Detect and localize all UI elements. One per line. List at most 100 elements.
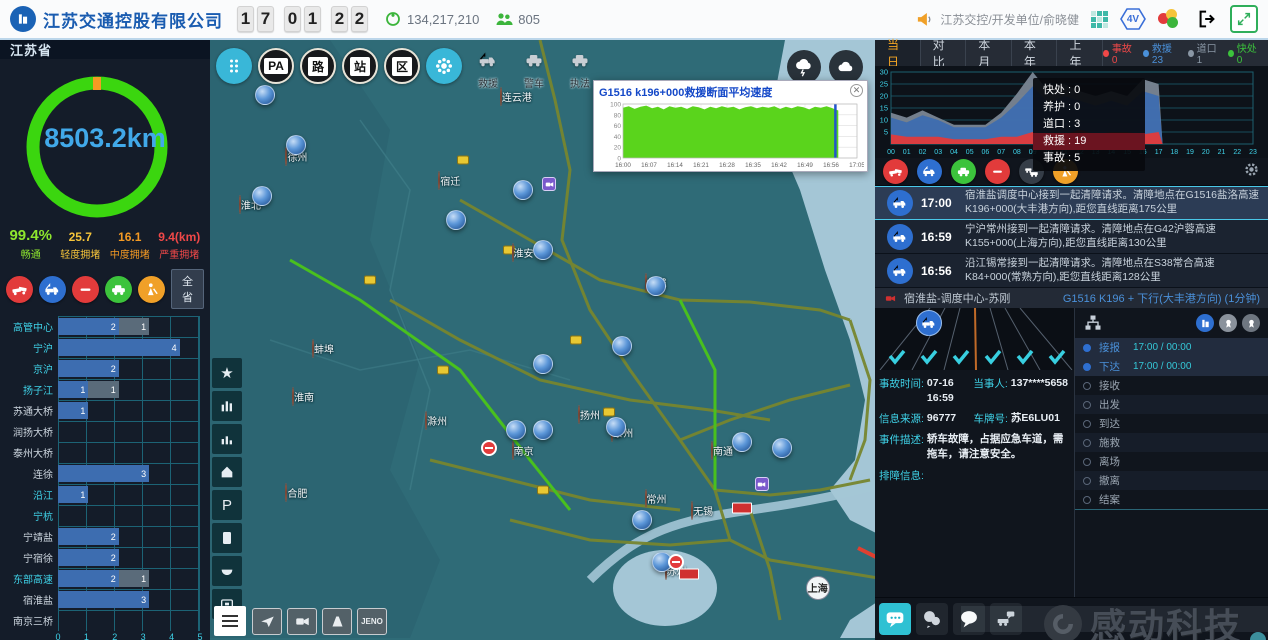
station-sign-button[interactable]: 站 — [342, 48, 378, 84]
fullscreen-button[interactable] — [1230, 5, 1258, 33]
map-marker-sphere[interactable] — [612, 336, 632, 356]
rescue-vehicle-legend[interactable]: 救援 — [468, 50, 508, 90]
jeno-button[interactable]: JENO — [357, 608, 387, 635]
camera-marker[interactable] — [755, 477, 769, 491]
bar-secondary[interactable]: 1 — [119, 570, 149, 587]
wechat-button[interactable] — [916, 603, 948, 635]
org-badge-icon[interactable] — [1196, 314, 1214, 332]
map-marker-sphere[interactable] — [533, 420, 553, 440]
camera-marker[interactable] — [542, 177, 556, 191]
bar-primary[interactable]: 1 — [58, 402, 88, 419]
legend-救援[interactable]: 救援 23 — [1143, 40, 1180, 66]
closure-marker[interactable] — [481, 440, 497, 456]
layers-gear-button[interactable] — [426, 48, 462, 84]
step-label: 到达 — [1099, 416, 1133, 431]
accident-filter-button[interactable] — [6, 276, 33, 303]
legend-事故[interactable]: 事故 0 — [1103, 40, 1135, 66]
storm-weather-button[interactable] — [787, 50, 821, 84]
legend-快处[interactable]: 快处 0 — [1228, 40, 1260, 66]
legend-道口[interactable]: 道口 1 — [1188, 40, 1220, 66]
medal-badge-icon[interactable] — [1219, 314, 1237, 332]
bar-primary[interactable]: 4 — [58, 339, 180, 356]
event-row[interactable]: 17:00宿淮盐调度中心接到一起清障请求。清障地点在G1516盐洛高速K196+… — [875, 186, 1268, 220]
map-marker-sphere[interactable] — [446, 210, 466, 230]
camera-location[interactable]: G1516 K196 + 下行(大丰港方向) (1分钟) — [1063, 290, 1260, 306]
bar-primary[interactable]: 1 — [58, 381, 88, 398]
chart-short-button[interactable] — [212, 424, 242, 454]
tab-本年[interactable]: 本年 — [1012, 40, 1058, 66]
map-marker-sphere[interactable] — [632, 510, 652, 530]
favorites-button[interactable]: ★ — [212, 358, 242, 388]
map-marker-sphere[interactable] — [646, 276, 666, 296]
map-canvas[interactable]: PA 路 站 区 救援 警车 执法 — [210, 40, 875, 640]
alert-label-marker[interactable] — [732, 503, 752, 514]
bar-secondary[interactable]: 1 — [88, 381, 118, 398]
map-marker-sphere[interactable] — [606, 417, 626, 437]
map-menu-hamburger[interactable] — [214, 606, 246, 636]
bar-primary[interactable]: 1 — [58, 486, 88, 503]
zone-sign-button[interactable]: 区 — [384, 48, 420, 84]
road-sign-button[interactable]: 路 — [300, 48, 336, 84]
bar-row-南京三桥: 南京三桥 — [0, 610, 210, 631]
rescue-filter-button[interactable] — [39, 276, 66, 303]
city-name: 淮安 — [514, 249, 534, 260]
police-vehicle-legend[interactable]: 警车 — [514, 50, 554, 90]
bar-primary[interactable]: 2 — [58, 318, 119, 335]
camera-capture-button[interactable] — [287, 608, 317, 635]
closure-marker[interactable] — [668, 554, 684, 570]
4v-hexagon-icon[interactable]: 4V — [1120, 7, 1146, 31]
bar-primary[interactable]: 3 — [58, 465, 149, 482]
event-row[interactable]: 16:56沿江锡常接到一起清障请求。清障地点在S38常合高速K84+000(常熟… — [875, 254, 1268, 288]
megaphone-icon — [916, 10, 934, 28]
service-area-button[interactable]: PA — [258, 48, 294, 84]
color-dots-icon[interactable] — [1158, 9, 1184, 29]
map-marker-sphere[interactable] — [533, 240, 553, 260]
detail-value: 轿车故障，占据应急车道，需拖车，请注意安全。 — [927, 432, 1068, 461]
workflow-step-离场: 离场 — [1075, 452, 1268, 471]
road-layer-button[interactable] — [322, 608, 352, 635]
user-info[interactable]: 江苏交控/开发单位/俞晓健 — [916, 10, 1079, 28]
bar-secondary[interactable]: 1 — [119, 318, 149, 335]
tab-对比[interactable]: 对比 — [921, 40, 967, 66]
event-row[interactable]: 16:59宁沪常州接到一起清障请求。清障地点在G42沪蓉高速K155+000(上… — [875, 220, 1268, 254]
device-button[interactable] — [212, 523, 242, 553]
construction-filter-button[interactable] — [138, 276, 165, 303]
tab-本月[interactable]: 本月 — [966, 40, 1012, 66]
map-marker-sphere[interactable] — [533, 354, 553, 374]
tab-上年[interactable]: 上年 — [1057, 40, 1103, 66]
org-chart-icon[interactable] — [1083, 313, 1103, 333]
map-marker-sphere[interactable] — [506, 420, 526, 440]
shield-badge-icon[interactable] — [1242, 314, 1260, 332]
map-marker-sphere[interactable] — [732, 432, 752, 452]
chart-tall-button[interactable] — [212, 391, 242, 421]
map-menu-button[interactable] — [216, 48, 252, 84]
shanghai-marker[interactable]: 上海 — [806, 576, 830, 600]
tow-truck-pin[interactable] — [915, 310, 943, 354]
map-marker-sphere[interactable] — [772, 438, 792, 458]
step-label: 出发 — [1099, 397, 1133, 412]
tab-当日[interactable]: 当日 — [875, 40, 921, 66]
bar-primary[interactable]: 2 — [58, 570, 119, 587]
popup-close-icon[interactable]: ✕ — [850, 84, 863, 97]
settings-gear-icon[interactable] — [1243, 161, 1260, 183]
apps-grid-icon[interactable] — [1091, 11, 1108, 28]
chat-active-button[interactable] — [879, 603, 911, 635]
parking-button[interactable]: P — [212, 490, 242, 520]
logout-icon[interactable] — [1196, 8, 1218, 30]
dome-button[interactable] — [212, 556, 242, 586]
cloud-weather-button[interactable] — [829, 50, 863, 84]
all-province-button[interactable]: 全省 — [171, 269, 204, 309]
bar-primary[interactable]: 2 — [58, 549, 119, 566]
home-button[interactable] — [212, 457, 242, 487]
bar-primary[interactable]: 2 — [58, 360, 119, 377]
map-marker-sphere[interactable] — [252, 186, 272, 206]
bar-primary[interactable]: 2 — [58, 528, 119, 545]
map-marker-sphere[interactable] — [286, 135, 306, 155]
smooth-filter-button[interactable] — [105, 276, 132, 303]
bar-primary[interactable]: 3 — [58, 591, 149, 608]
map-marker-sphere[interactable] — [513, 180, 533, 200]
alert-label-marker[interactable] — [679, 569, 699, 580]
legend-label: 事故 0 — [1112, 40, 1135, 66]
control-filter-button[interactable] — [72, 276, 99, 303]
send-plane-button[interactable] — [252, 608, 282, 635]
